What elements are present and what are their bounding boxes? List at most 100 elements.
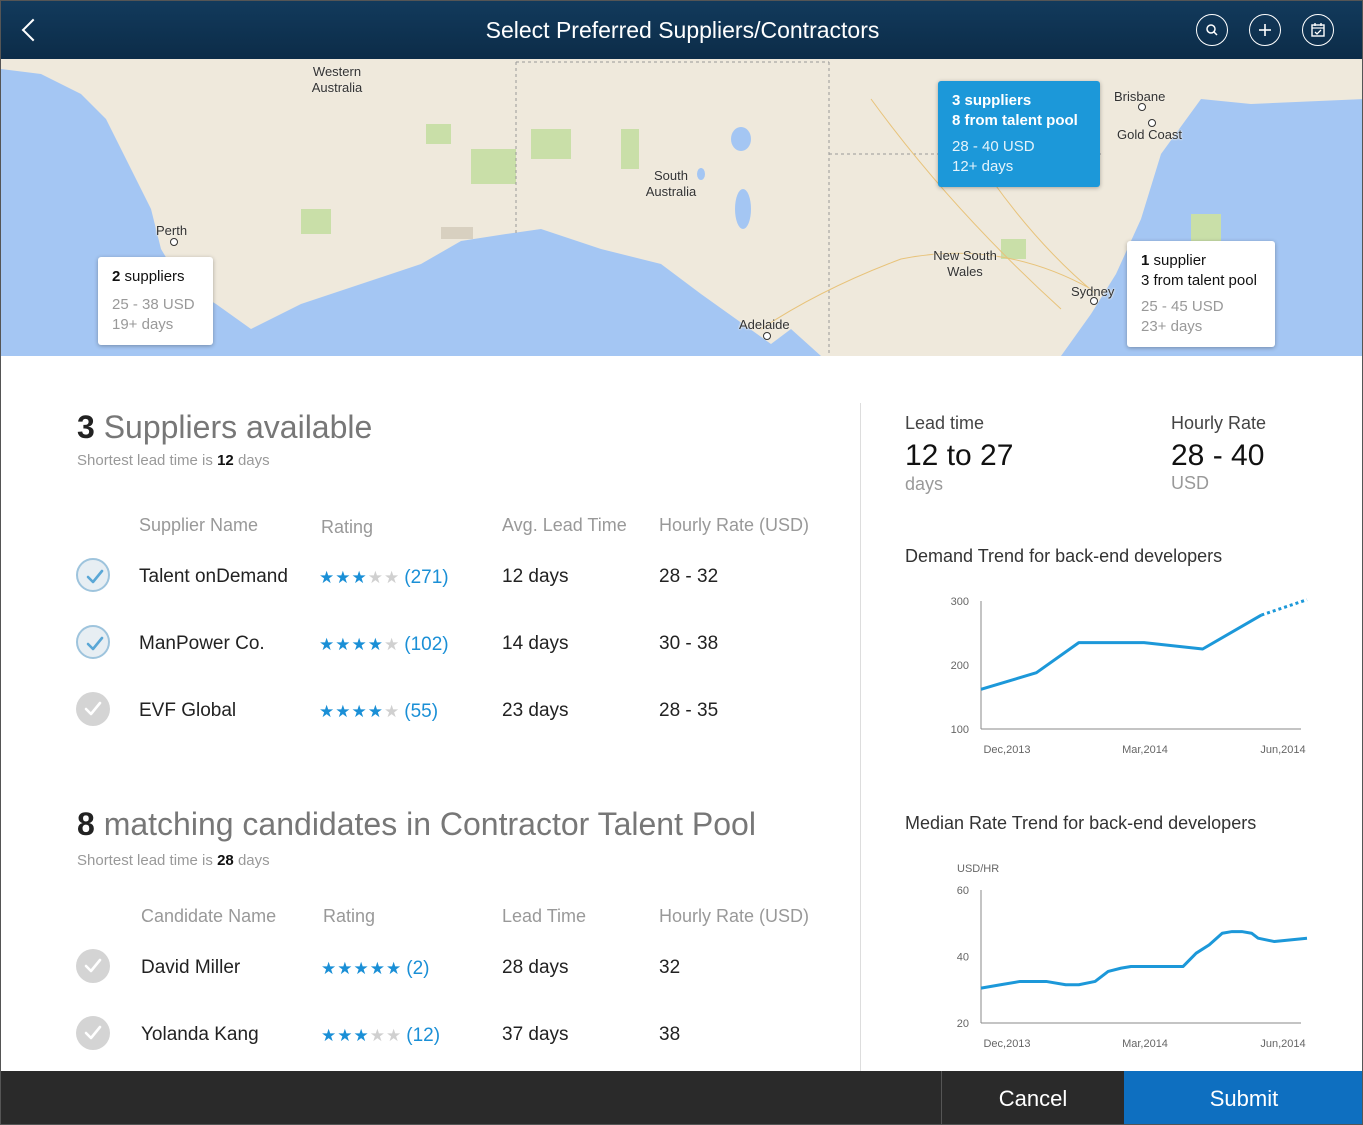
callout-label: supplier	[1153, 252, 1207, 269]
star-icon: ★	[386, 1026, 403, 1045]
review-count[interactable]: (55)	[404, 701, 438, 722]
city-marker[interactable]	[1090, 297, 1098, 305]
subtitle-prefix: Shortest lead time is	[77, 852, 213, 869]
review-count[interactable]: (271)	[404, 567, 448, 588]
supplier-map[interactable]: Western Australia South Australia New So…	[1, 59, 1362, 356]
search-button[interactable]	[1196, 14, 1228, 46]
app-window: Select Preferred Suppliers/Contractors W…	[0, 0, 1363, 1125]
callout-talent-pool: 8 from talent pool	[952, 112, 1078, 129]
subtitle-value: 12	[217, 452, 234, 469]
city-marker[interactable]	[763, 332, 771, 340]
suppliers-heading: 3 Suppliers available	[77, 409, 372, 446]
row-hourly-rate: 38	[659, 1024, 681, 1045]
checkmark-icon	[84, 1025, 102, 1040]
footer-bar: Cancel Submit	[1, 1071, 1362, 1124]
column-header: Supplier Name	[139, 515, 259, 535]
subtitle-suffix: days	[237, 852, 270, 869]
star-icon: ★	[384, 702, 401, 721]
lead-time-value: 12 to 27	[905, 439, 1014, 472]
select-checkbox[interactable]	[76, 692, 110, 726]
hourly-rate-value: 28 - 40	[1171, 439, 1265, 472]
y-tick-label: 300	[951, 596, 969, 608]
lead-time-label: Lead time	[905, 413, 985, 433]
row-name: David Miller	[141, 957, 241, 978]
callout-days: 19+ days	[112, 316, 174, 333]
y-tick-label: 60	[957, 885, 969, 897]
y-axis-label: USD/HR	[957, 863, 999, 875]
city-marker[interactable]	[170, 238, 178, 246]
select-checkbox[interactable]	[76, 558, 110, 592]
row-name: Yolanda Kang	[141, 1024, 259, 1045]
star-rating: ★★★★★ (271)	[319, 567, 449, 589]
star-icon: ★	[384, 635, 401, 654]
x-tick-label: Dec,2013	[983, 1038, 1030, 1050]
column-header: Avg. Lead Time	[502, 515, 627, 535]
callout-count: 1	[1141, 252, 1150, 269]
star-icon: ★	[351, 635, 368, 654]
column-header: Hourly Rate (USD)	[659, 906, 810, 926]
star-icon: ★	[335, 702, 352, 721]
star-icon: ★	[369, 1026, 386, 1045]
hourly-rate-unit: USD	[1171, 473, 1210, 493]
demand-trend-chart: 300 200 100 Dec,2013 Mar,2014 Jun,2014	[951, 596, 1308, 756]
star-icon: ★	[369, 959, 386, 978]
city-label: Perth	[156, 223, 188, 238]
row-lead-time: 37 days	[502, 1024, 569, 1045]
talent-count: 8	[77, 806, 95, 842]
star-icon: ★	[321, 1026, 338, 1045]
city-marker[interactable]	[1138, 103, 1146, 111]
subtitle-value: 28	[217, 852, 234, 869]
star-icon: ★	[335, 635, 352, 654]
map-callout-sydney[interactable]: 1 supplier 3 from talent pool 25 - 45 US…	[1127, 241, 1275, 347]
column-header: Candidate Name	[141, 906, 277, 926]
star-icon: ★	[367, 635, 384, 654]
star-icon: ★	[319, 568, 336, 587]
review-count[interactable]: (2)	[406, 958, 429, 979]
subtitle-suffix: days	[237, 452, 270, 469]
x-tick-label: Mar,2014	[1122, 1038, 1168, 1050]
callout-days: 12+ days	[952, 158, 1014, 175]
y-tick-label: 200	[951, 660, 969, 672]
select-checkbox[interactable]	[76, 1016, 110, 1050]
suppliers-count: 3	[77, 409, 95, 445]
city-marker[interactable]	[1148, 119, 1156, 127]
select-checkbox[interactable]	[76, 625, 110, 659]
median-rate-chart: 60 40 20 Dec,2013 Mar,2014 Jun,2014 USD/HR	[957, 863, 1308, 1050]
callout-rate: 28 - 40 USD	[952, 138, 1035, 155]
star-icon: ★	[367, 568, 384, 587]
hourly-rate-label: Hourly Rate	[1171, 413, 1267, 433]
x-tick-label: Dec,2013	[983, 744, 1030, 756]
x-tick-label: Jun,2014	[1260, 1038, 1305, 1050]
checkmark-icon	[84, 701, 102, 716]
map-callout-perth[interactable]: 2 suppliers 25 - 38 USD 19+ days	[98, 257, 213, 345]
row-name: ManPower Co.	[139, 633, 265, 654]
subtitle-prefix: Shortest lead time is	[77, 452, 213, 469]
callout-label: suppliers	[124, 268, 185, 285]
y-tick-label: 40	[957, 952, 969, 964]
add-button[interactable]	[1249, 14, 1281, 46]
talent-heading: 8 matching candidates in Contractor Tale…	[77, 806, 756, 843]
trend-line	[980, 613, 1263, 691]
cancel-button[interactable]: Cancel	[941, 1071, 1124, 1124]
star-icon: ★	[319, 635, 336, 654]
star-icon: ★	[353, 1026, 370, 1045]
select-checkbox[interactable]	[76, 949, 110, 983]
checkmark-icon	[86, 569, 104, 584]
submit-button[interactable]: Submit	[1124, 1071, 1362, 1124]
review-count[interactable]: (102)	[404, 634, 448, 655]
star-icon: ★	[351, 702, 368, 721]
star-icon: ★	[337, 959, 354, 978]
checkmark-icon	[86, 636, 104, 651]
city-label: Adelaide	[739, 317, 790, 332]
row-lead-time: 23 days	[502, 700, 569, 721]
map-callout-brisbane[interactable]: 3 suppliers 8 from talent pool 28 - 40 U…	[938, 81, 1100, 187]
star-icon: ★	[335, 568, 352, 587]
review-count[interactable]: (12)	[406, 1025, 440, 1046]
star-icon: ★	[319, 702, 336, 721]
star-rating: ★★★★★ (12)	[321, 1025, 440, 1047]
star-rating: ★★★★★ (55)	[319, 701, 438, 723]
star-rating: ★★★★★ (102)	[319, 634, 449, 656]
region-label: Western Australia	[311, 64, 363, 95]
calendar-button[interactable]	[1302, 14, 1334, 46]
callout-count: 2	[112, 268, 121, 285]
